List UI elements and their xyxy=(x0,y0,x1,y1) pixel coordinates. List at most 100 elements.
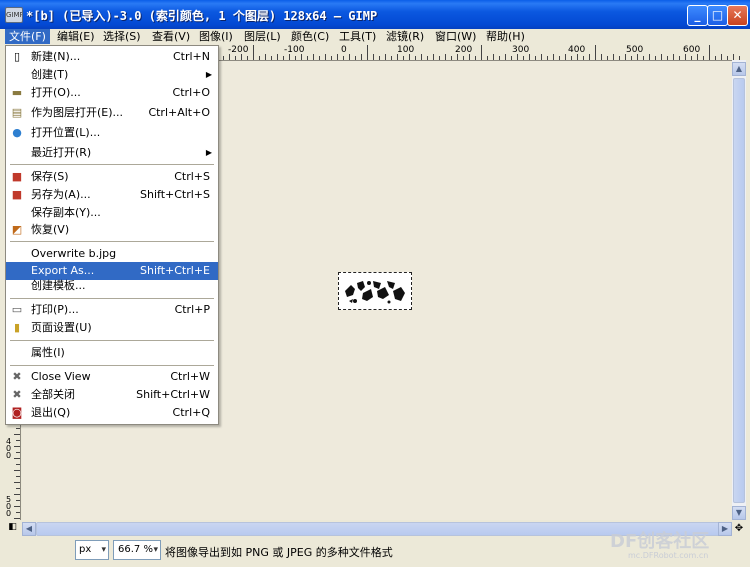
ruler-label: 400 xyxy=(568,45,586,55)
globe-icon: ● xyxy=(12,126,22,139)
menu-item-shortcut: Ctrl+O xyxy=(172,86,210,99)
menu-item-label: 页面设置(U) xyxy=(31,321,92,334)
menu-tools[interactable]: 工具(T) xyxy=(335,29,380,44)
menu-filters[interactable]: 滤镜(R) xyxy=(382,29,428,44)
minimize-button[interactable]: _ xyxy=(687,5,708,26)
menu-item-properties[interactable]: 属性(I) xyxy=(6,344,218,362)
ruler-label: -200 xyxy=(228,45,249,55)
menu-item-close-view[interactable]: ✖ Close View Ctrl+W xyxy=(6,368,218,386)
chevron-left-icon: ◀ xyxy=(25,524,33,533)
window-title: *[b] (已导入)-3.0 (索引颜色, 1 个图层) 128x64 – GI… xyxy=(26,9,378,23)
scroll-right-button[interactable]: ▶ xyxy=(718,522,732,536)
app-icon: GIMP xyxy=(5,7,23,23)
maximize-button[interactable]: □ xyxy=(707,5,728,26)
print-icon: ▭ xyxy=(11,303,23,316)
chevron-down-icon: ▾ xyxy=(153,545,158,555)
menu-item-print[interactable]: ▭ 打印(P)... Ctrl+P xyxy=(6,301,218,319)
menu-windows[interactable]: 窗口(W) xyxy=(431,29,480,44)
quick-mask-toggle[interactable]: ◧ xyxy=(5,522,20,536)
menu-layer[interactable]: 图层(L) xyxy=(240,29,285,44)
ruler-label: 200 xyxy=(455,45,473,55)
menu-item-quit[interactable]: ◙ 退出(Q) Ctrl+Q xyxy=(6,404,218,422)
ruler-label: 600 xyxy=(683,45,701,55)
maximize-icon: □ xyxy=(711,8,724,22)
menu-item-open-as-layer[interactable]: ▤ 作为图层打开(E)... Ctrl+Alt+O xyxy=(6,104,218,122)
menu-item-label: 打印(P)... xyxy=(31,303,79,316)
chevron-down-icon: ▼ xyxy=(735,508,743,517)
ruler-label: 300 xyxy=(512,45,530,55)
menu-item-create[interactable]: 创建(T) ▶ xyxy=(6,66,218,84)
zoom-value: 66.7 % xyxy=(118,544,153,555)
close-view-icon: ✖ xyxy=(12,370,22,383)
menu-separator xyxy=(10,164,214,165)
menu-help[interactable]: 帮助(H) xyxy=(482,29,529,44)
chevron-up-icon: ▲ xyxy=(735,64,743,73)
vertical-scroll-thumb[interactable] xyxy=(733,78,745,503)
image-content xyxy=(343,277,407,305)
menu-image[interactable]: 图像(I) xyxy=(195,29,237,44)
menu-item-label: 作为图层打开(E)... xyxy=(31,106,124,119)
menu-colors[interactable]: 颜色(C) xyxy=(287,29,333,44)
menu-edit[interactable]: 编辑(E) xyxy=(53,29,99,44)
ruler-label: 500 xyxy=(626,45,644,55)
scroll-down-button[interactable]: ▼ xyxy=(732,506,746,520)
status-message: 将图像导出到如 PNG 或 JPEG 的多种文件格式 xyxy=(165,546,393,559)
close-button[interactable]: ✕ xyxy=(727,5,748,26)
menu-view[interactable]: 查看(V) xyxy=(148,29,194,44)
chevron-down-icon: ▾ xyxy=(101,545,106,555)
open-as-layer-icon: ▤ xyxy=(11,106,23,119)
move-icon: ✥ xyxy=(734,523,744,534)
menu-item-create-template[interactable]: 创建模板... xyxy=(6,277,218,295)
zoom-select[interactable]: 66.7 % ▾ xyxy=(113,540,161,560)
menu-file[interactable]: 文件(F) xyxy=(5,29,50,44)
menu-item-label: 打开位置(L)... xyxy=(31,126,101,139)
menu-item-open-location[interactable]: ● 打开位置(L)... xyxy=(6,124,218,142)
menu-item-save[interactable]: ■ 保存(S) Ctrl+S xyxy=(6,168,218,186)
scroll-up-button[interactable]: ▲ xyxy=(732,62,746,76)
menu-item-shortcut: Ctrl+W xyxy=(170,370,210,383)
watermark-logo: DF创客社区 xyxy=(610,531,710,552)
menu-item-label: 最近打开(R) xyxy=(31,146,92,159)
menu-item-label: 保存副本(Y)... xyxy=(31,206,101,219)
scroll-left-button[interactable]: ◀ xyxy=(22,522,36,536)
menu-item-save-as[interactable]: ■ 另存为(A)... Shift+Ctrl+S xyxy=(6,186,218,204)
menu-item-label: 保存(S) xyxy=(31,170,69,183)
menu-separator xyxy=(10,365,214,366)
close-icon: ✕ xyxy=(732,8,743,22)
page-setup-icon: ▮ xyxy=(13,321,21,334)
ruler-label: 100 xyxy=(397,45,415,55)
unit-select[interactable]: px ▾ xyxy=(75,540,109,560)
save-as-icon: ■ xyxy=(11,188,23,201)
minimize-icon: _ xyxy=(694,8,701,22)
menu-item-label: 打开(O)... xyxy=(31,86,81,99)
navigate-button[interactable]: ✥ xyxy=(732,522,746,536)
image-layer-boundary[interactable] xyxy=(338,272,412,310)
menu-separator xyxy=(10,298,214,299)
menu-item-label: 创建(T) xyxy=(31,68,69,81)
menu-item-revert[interactable]: ◩ 恢复(V) xyxy=(6,221,218,239)
file-menu-dropdown: ▯ 新建(N)... Ctrl+N 创建(T) ▶ ▬ 打开(O)... Ctr… xyxy=(5,45,219,425)
menu-item-page-setup[interactable]: ▮ 页面设置(U) xyxy=(6,319,218,337)
menu-separator xyxy=(10,340,214,341)
menu-item-save-copy[interactable]: 保存副本(Y)... xyxy=(6,204,218,222)
menu-item-shortcut: Ctrl+Alt+O xyxy=(148,106,210,119)
menu-item-shortcut: Shift+Ctrl+S xyxy=(140,188,210,201)
submenu-arrow-icon: ▶ xyxy=(205,70,212,79)
menu-select[interactable]: 选择(S) xyxy=(99,29,145,44)
open-folder-icon: ▬ xyxy=(11,86,23,99)
menu-item-label: 退出(Q) xyxy=(31,406,71,419)
ruler-label: 0 xyxy=(341,45,347,55)
menu-item-label: 创建模板... xyxy=(31,279,86,292)
menu-item-label: Close View xyxy=(31,370,91,383)
menu-item-label: 新建(N)... xyxy=(31,50,81,63)
menu-item-open[interactable]: ▬ 打开(O)... Ctrl+O xyxy=(6,84,218,102)
menu-item-close-all[interactable]: ✖ 全部关闭 Shift+Ctrl+W xyxy=(6,386,218,404)
menu-item-overwrite[interactable]: Overwrite b.jpg xyxy=(6,245,218,263)
menu-item-recent[interactable]: 最近打开(R) ▶ xyxy=(6,144,218,162)
menu-item-new[interactable]: ▯ 新建(N)... Ctrl+N xyxy=(6,48,218,66)
menu-item-shortcut: Ctrl+S xyxy=(174,170,210,183)
unit-value: px xyxy=(79,544,92,555)
ruler-label: -100 xyxy=(284,45,305,55)
new-file-icon: ▯ xyxy=(13,50,21,63)
watermark-url: mc.DFRobot.com.cn xyxy=(628,551,709,560)
